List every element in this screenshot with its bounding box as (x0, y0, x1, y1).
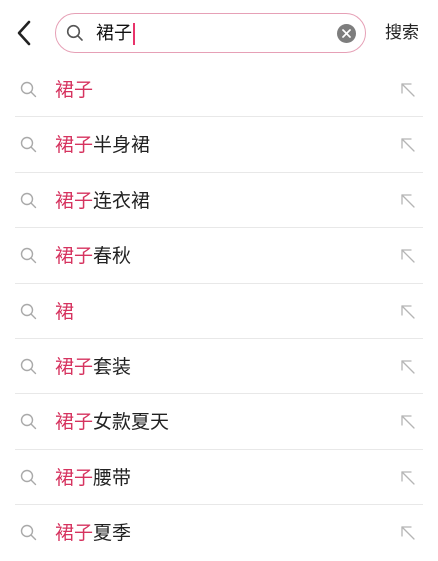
suggestion-item[interactable]: 裙子套装 (0, 339, 438, 395)
arrow-up-left-icon[interactable] (400, 82, 416, 98)
chevron-left-icon (17, 20, 31, 46)
suggestion-highlight: 裙子 (55, 466, 94, 489)
suggestion-highlight: 裙子 (55, 134, 94, 157)
suggestion-highlight: 裙子 (55, 411, 94, 434)
clear-icon (342, 29, 351, 38)
search-icon (20, 192, 37, 208)
suggestion-label: 裙 (55, 300, 74, 324)
suggestion-item[interactable]: 裙子夏季 (0, 505, 438, 560)
search-bar[interactable]: 裙子 (55, 13, 366, 53)
suggestion-label: 裙子腰带 (55, 466, 131, 490)
suggestion-highlight: 裙子 (55, 522, 94, 545)
suggestion-label: 裙子套装 (55, 355, 131, 379)
suggestion-label: 裙子春秋 (55, 244, 131, 268)
suggestion-label: 裙子夏季 (55, 521, 131, 545)
suggestion-label: 裙子连衣裙 (55, 189, 150, 213)
suggestion-label: 裙子女款夏天 (55, 410, 169, 434)
search-query-text: 裙子 (96, 23, 132, 44)
suggestion-item[interactable]: 裙子腰带 (0, 450, 438, 506)
suggestion-rest: 腰带 (93, 466, 132, 489)
search-icon (20, 303, 37, 319)
suggestion-item[interactable]: 裙子连衣裙 (0, 173, 438, 229)
suggestion-rest: 连衣裙 (93, 189, 151, 212)
search-icon (20, 81, 37, 98)
suggestion-rest: 女款夏天 (93, 411, 170, 434)
suggestion-label: 裙子 (55, 78, 93, 102)
suggestion-rest: 夏季 (93, 522, 132, 545)
suggestion-rest: 半身裙 (93, 134, 151, 157)
suggestion-rest: 套装 (93, 355, 132, 378)
search-icon (20, 524, 37, 541)
arrow-up-left-icon[interactable] (400, 359, 416, 375)
arrow-up-left-icon[interactable] (400, 525, 416, 541)
text-cursor (133, 23, 135, 45)
suggestion-highlight: 裙子 (55, 189, 94, 212)
search-button[interactable]: 搜索 (385, 22, 419, 44)
back-button[interactable] (10, 18, 38, 48)
suggestion-item[interactable]: 裙子女款夏天 (0, 394, 438, 450)
search-icon (66, 24, 83, 41)
arrow-up-left-icon[interactable] (400, 304, 416, 320)
arrow-up-left-icon[interactable] (400, 137, 416, 153)
suggestion-highlight: 裙子 (55, 245, 94, 268)
arrow-up-left-icon[interactable] (400, 193, 416, 209)
suggestion-item[interactable]: 裙 (0, 284, 438, 339)
search-header: 裙子 搜索 (0, 0, 438, 62)
suggestion-highlight: 裙 (55, 300, 75, 323)
suggestion-highlight: 裙子 (55, 355, 94, 378)
suggestion-item[interactable]: 裙子春秋 (0, 228, 438, 284)
search-icon (20, 414, 37, 430)
suggestion-item[interactable]: 裙子 (0, 62, 438, 118)
suggestion-rest: 春秋 (93, 245, 132, 268)
arrow-up-left-icon[interactable] (400, 470, 416, 486)
suggestion-label: 裙子半身裙 (55, 133, 150, 157)
search-icon (20, 137, 37, 153)
search-icon (20, 469, 37, 485)
search-input[interactable]: 裙子 (96, 22, 135, 46)
suggestion-highlight: 裙子 (55, 79, 94, 101)
arrow-up-left-icon[interactable] (400, 414, 416, 430)
suggestion-item[interactable]: 裙子半身裙 (0, 117, 438, 173)
search-icon (20, 358, 37, 375)
search-icon (20, 247, 37, 264)
clear-button[interactable] (337, 24, 356, 43)
suggestion-list: 裙子 裙子半身裙 裙子连衣裙 裙子春秋裙裙子套装 裙子女款夏天 裙子腰带 裙子夏季 (0, 62, 438, 561)
arrow-up-left-icon[interactable] (400, 248, 416, 264)
